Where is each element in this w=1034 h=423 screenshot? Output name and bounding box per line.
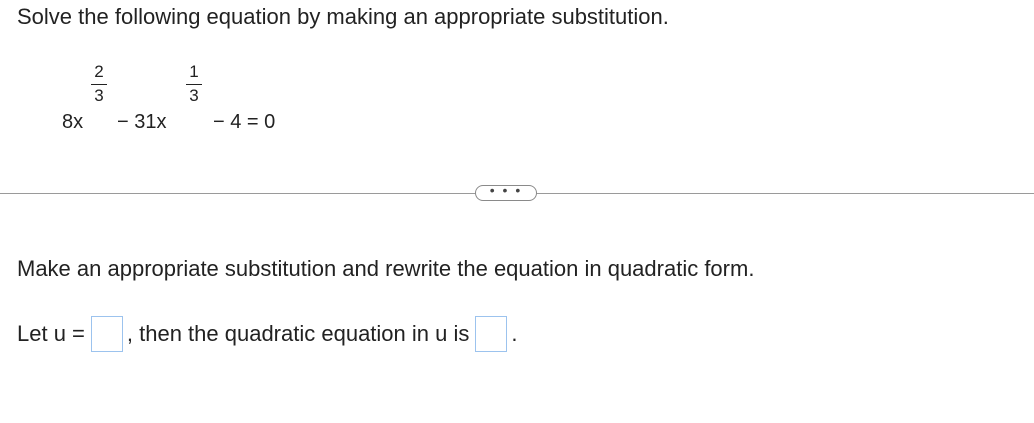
term1-exponent-numerator: 2 xyxy=(94,62,104,81)
sentence-end-period: . xyxy=(511,321,518,346)
term2-exponent-denominator: 3 xyxy=(189,86,199,105)
part-instruction: Make an appropriate substitution and rew… xyxy=(17,256,755,281)
substitution-answer-box[interactable] xyxy=(90,316,123,352)
term1-exponent-fraction: 2 3 xyxy=(91,63,107,105)
term2-exponent-numerator: 1 xyxy=(189,62,199,81)
term1-exponent-fraction-bar xyxy=(91,84,107,85)
answer-line: Let u = , then the quadratic equation in… xyxy=(17,314,517,354)
term1-exponent-denominator: 3 xyxy=(94,86,104,105)
quadratic-answer-box[interactable] xyxy=(475,316,508,352)
equation-term3: − 4 = 0 xyxy=(213,111,276,133)
let-u-label: Let u = xyxy=(17,321,85,346)
term2-exponent-fraction: 1 3 xyxy=(186,63,202,105)
term2-exponent-fraction-bar xyxy=(186,84,202,85)
equation-term1-coefficient: 8x xyxy=(62,111,84,133)
quadratic-prompt-text: , then the quadratic equation in u is xyxy=(126,321,470,346)
equation: 8x 2 3 − 31x 1 3 − 4 = 0 xyxy=(62,60,322,140)
more-options-button[interactable]: • • • xyxy=(475,183,537,201)
equation-term2: − 31x xyxy=(117,111,167,133)
question-prompt: Solve the following equation by making a… xyxy=(17,4,669,29)
